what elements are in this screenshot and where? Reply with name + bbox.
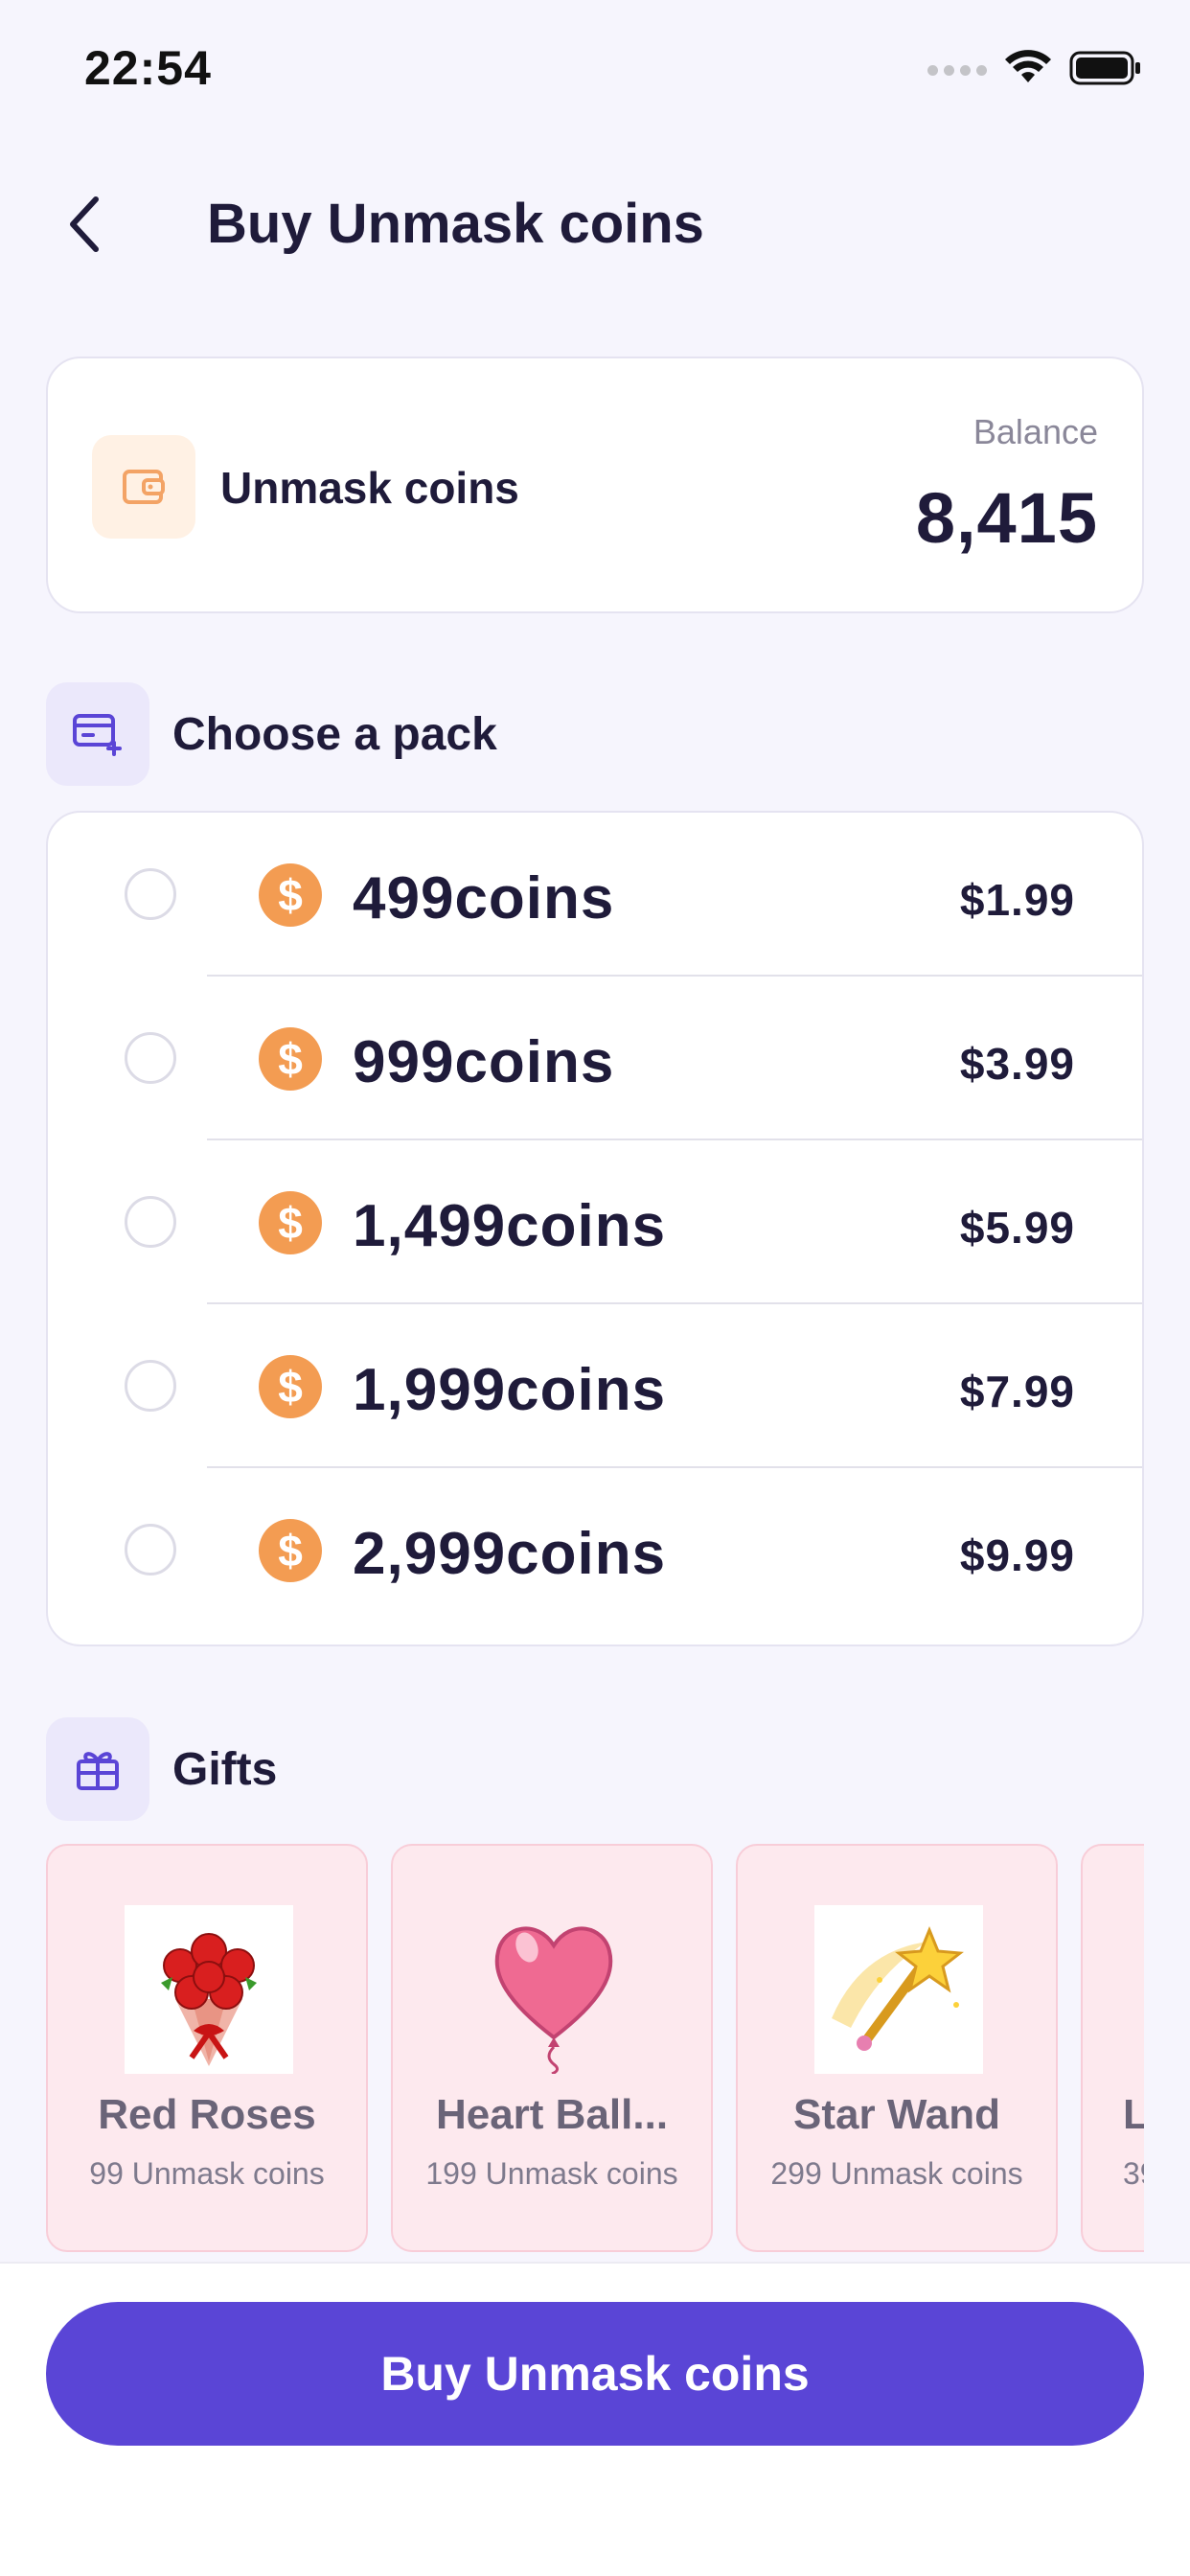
star-wand-icon	[814, 1905, 983, 2074]
gifts-carousel[interactable]: Red Roses 99 Unmask coins Heart Ball... …	[46, 1844, 1144, 2252]
coin-icon: $	[259, 863, 322, 927]
gift-card[interactable]: L 39	[1081, 1844, 1144, 2252]
gift-name: Star Wand	[793, 2091, 1000, 2138]
pack-price: $5.99	[959, 1203, 1075, 1253]
wallet-icon	[92, 435, 195, 539]
coin-icon: $	[259, 1027, 322, 1091]
pack-list: $ 499coins $1.99 $ 999coins $3.99 $ 1,49…	[46, 811, 1144, 1646]
bottom-action-bar: Buy Unmask coins	[0, 2262, 1190, 2576]
status-time: 22:54	[84, 41, 212, 95]
pack-radio[interactable]	[125, 1360, 176, 1412]
gift-price: 299 Unmask coins	[770, 2156, 1023, 2191]
section-title: Gifts	[172, 1743, 278, 1795]
gift-price: 99 Unmask coins	[89, 2156, 325, 2191]
buy-coins-button[interactable]: Buy Unmask coins	[46, 2302, 1144, 2446]
pack-option[interactable]: $ 2,999coins $9.99	[48, 1468, 1142, 1632]
gift-card[interactable]: Heart Ball... 199 Unmask coins	[391, 1844, 713, 2252]
gift-icon	[46, 1717, 149, 1821]
pack-price: $1.99	[959, 875, 1075, 925]
gift-card[interactable]: Red Roses 99 Unmask coins	[46, 1844, 368, 2252]
card-add-icon	[46, 682, 149, 786]
heart-balloon-icon	[469, 1905, 638, 2074]
pack-amount: 999coins	[353, 1029, 615, 1095]
pack-radio[interactable]	[125, 1032, 176, 1084]
gift-card[interactable]: Star Wand 299 Unmask coins	[736, 1844, 1058, 2252]
pack-price: $9.99	[959, 1530, 1075, 1580]
pack-amount: 1,999coins	[353, 1357, 667, 1423]
section-title: Choose a pack	[172, 708, 497, 760]
status-icons	[927, 50, 1142, 91]
packs-section-header: Choose a pack	[46, 682, 497, 786]
gift-name: Heart Ball...	[435, 2091, 669, 2138]
balance-card: Unmask coins Balance 8,415	[46, 356, 1144, 613]
page-title: Buy Unmask coins	[207, 193, 704, 255]
pack-radio[interactable]	[125, 1524, 176, 1576]
pack-option[interactable]: $ 499coins $1.99	[48, 813, 1142, 977]
balance-currency-name: Unmask coins	[220, 463, 519, 513]
coin-icon: $	[259, 1191, 322, 1254]
pack-radio[interactable]	[125, 1196, 176, 1248]
balance-label: Balance	[973, 412, 1098, 451]
gift-price: 39	[1123, 2156, 1144, 2191]
cellular-signal-icon	[927, 65, 987, 76]
chevron-left-icon	[70, 196, 99, 252]
navigation-header: Buy Unmask coins	[0, 163, 1190, 288]
pack-amount: 1,499coins	[353, 1193, 667, 1259]
pack-price: $7.99	[959, 1367, 1075, 1416]
battery-icon	[1069, 51, 1142, 90]
pack-option[interactable]: $ 999coins $3.99	[48, 977, 1142, 1140]
gift-price: 199 Unmask coins	[425, 2156, 678, 2191]
balance-value: 8,415	[915, 478, 1098, 558]
gift-name: L	[1123, 2091, 1144, 2138]
back-button[interactable]	[46, 186, 123, 263]
gift-name: Red Roses	[98, 2091, 316, 2138]
coin-icon: $	[259, 1519, 322, 1582]
pack-option[interactable]: $ 1,999coins $7.99	[48, 1304, 1142, 1468]
pack-option[interactable]: $ 1,499coins $5.99	[48, 1140, 1142, 1304]
coin-icon: $	[259, 1355, 322, 1418]
pack-amount: 2,999coins	[353, 1521, 667, 1587]
pack-price: $3.99	[959, 1039, 1075, 1089]
screen: 22:54 Buy Unmask coins Unmask coins Bala…	[0, 0, 1190, 2576]
pack-amount: 499coins	[353, 865, 615, 932]
status-bar: 22:54	[0, 0, 1190, 144]
wifi-icon	[1004, 50, 1052, 91]
pack-radio[interactable]	[125, 868, 176, 920]
roses-bouquet-icon	[125, 1905, 293, 2074]
gifts-section-header: Gifts	[46, 1717, 277, 1821]
